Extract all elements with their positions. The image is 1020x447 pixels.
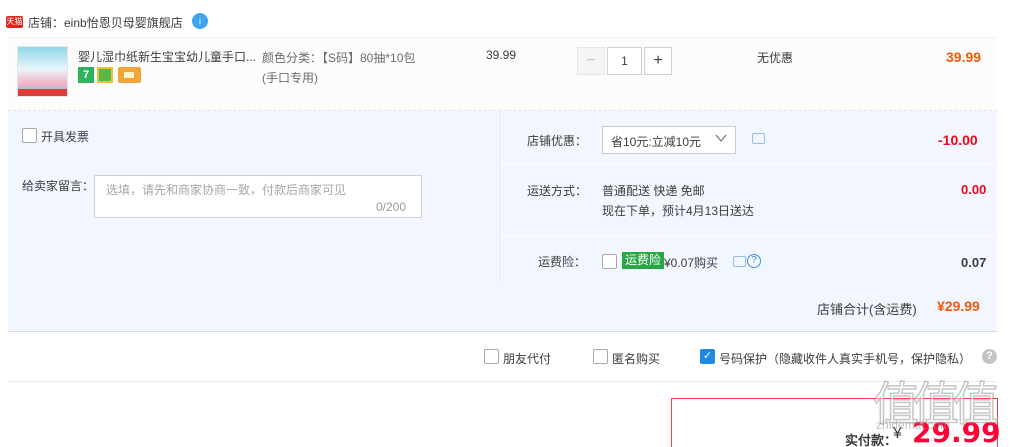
- promo-chat-icon[interactable]: [752, 133, 765, 144]
- anonymous-label[interactable]: 匿名购买: [612, 350, 660, 367]
- help-icon[interactable]: ?: [982, 349, 997, 364]
- shipping-insurance-checkbox[interactable]: [602, 254, 617, 269]
- shipping-insurance-price[interactable]: ¥0.07购买: [664, 254, 718, 271]
- shipping-method: 普通配送 快递 免邮: [602, 184, 705, 198]
- anonymous-checkbox[interactable]: [593, 349, 608, 364]
- quantity-increase-button[interactable]: +: [644, 47, 672, 75]
- friend-pay-label[interactable]: 朋友代付: [503, 350, 551, 367]
- shipping-amount: 0.00: [961, 182, 987, 197]
- privacy-checkbox[interactable]: ✓: [700, 349, 715, 364]
- privacy-label[interactable]: 号码保护（隐藏收件人真实手机号，保护隐私）: [719, 350, 971, 367]
- invoice-label[interactable]: 开具发票: [41, 128, 89, 145]
- seven-day-return-icon: 7: [78, 67, 94, 83]
- sku-line-2: (手口专用): [262, 71, 318, 85]
- insurance-help-icon[interactable]: ?: [747, 254, 761, 268]
- divider: [502, 236, 997, 237]
- shop-name[interactable]: 店铺：einb怡恩贝母婴旗舰店: [28, 14, 183, 31]
- unit-price: 39.99: [486, 48, 517, 62]
- seller-message-counter: 0/200: [376, 200, 407, 214]
- invoice-checkbox[interactable]: [22, 128, 37, 143]
- item-discount: 无优惠: [757, 51, 794, 65]
- product-title[interactable]: 婴儿湿巾纸新生宝宝幼儿童手口...: [78, 48, 256, 65]
- product-sku: 颜色分类：【S码】80抽*10包 (手口专用): [262, 48, 415, 88]
- product-thumbnail-banner: [18, 89, 67, 96]
- quantity-input[interactable]: 1: [607, 47, 642, 75]
- item-total-price: 39.99: [946, 49, 982, 65]
- quantity-decrease-button[interactable]: −: [577, 47, 605, 75]
- friend-pay-checkbox[interactable]: [484, 349, 499, 364]
- chevron-down-icon[interactable]: [714, 131, 728, 145]
- shop-promo-label: 店铺优惠：: [527, 134, 588, 148]
- shipping-insurance-label: 运费险：: [538, 255, 587, 269]
- shop-promo-selected[interactable]: 省10元:立减10元: [611, 133, 701, 150]
- watermark-site: zhidemai.com: [876, 418, 951, 432]
- shop-subtotal-label: 店铺合计(含运费): [817, 302, 917, 317]
- seller-message-label: 给卖家留言：: [22, 179, 95, 193]
- shipping-insurance-amount: 0.07: [961, 255, 987, 270]
- shipping-insurance-tag: 运费险: [622, 252, 665, 269]
- card-payment-icon: [118, 67, 141, 83]
- tmall-logo: 天猫: [6, 16, 23, 28]
- shop-subtotal-amount: ¥29.99: [937, 298, 980, 314]
- shop-chat-icon[interactable]: i: [192, 13, 208, 29]
- guarantee-icon: [97, 67, 113, 83]
- seller-message-placeholder: 选填，请先和商家协商一致，付款后商家可见: [106, 183, 347, 197]
- shop-promo-amount: -10.00: [938, 132, 978, 148]
- divider: [8, 381, 997, 382]
- shipping-estimate: 现在下单，预计4月13日送达: [602, 204, 755, 218]
- divider: [502, 164, 997, 165]
- sku-line-1: 颜色分类：【S码】80抽*10包: [262, 51, 416, 65]
- insurance-chat-icon[interactable]: [733, 256, 746, 267]
- shipping-label: 运送方式：: [527, 184, 588, 198]
